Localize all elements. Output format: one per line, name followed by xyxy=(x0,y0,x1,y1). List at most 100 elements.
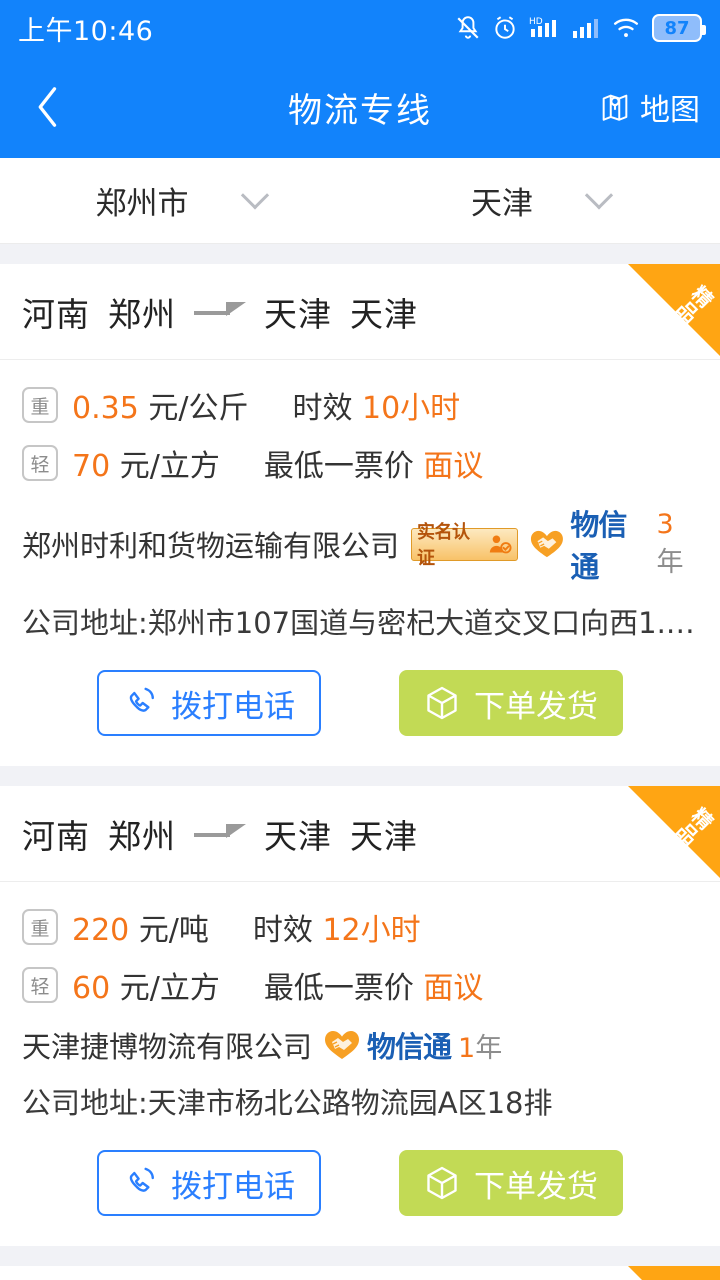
light-price-row: 轻 70 元/立方 最低一票价 面议 xyxy=(22,434,698,492)
heavy-price-unit: 元/公斤 xyxy=(148,391,249,426)
section-divider xyxy=(0,244,720,264)
call-button[interactable]: 拨打电话 xyxy=(97,670,321,736)
min-price-value: 面议 xyxy=(423,449,484,484)
min-price-label: 最低一票价 xyxy=(263,449,414,484)
back-button[interactable] xyxy=(20,79,76,135)
price-block: 重 220 元/吨 时效 12小时 轻 60 元/立方 最低一票价 面议 xyxy=(0,882,720,1018)
company-row: 郑州时利和货物运输有限公司 实名认证 物信通 3年 xyxy=(0,496,720,586)
wuxintong-years: 3年 xyxy=(656,509,698,579)
bell-muted-icon xyxy=(457,16,479,39)
duration: 时效 10小时 xyxy=(292,383,460,427)
company-row: 天津捷博物流有限公司 物信通 1年 xyxy=(0,1018,720,1066)
call-button-label: 拨打电话 xyxy=(171,688,295,725)
route-header: 河南 郑州 天津 天津 xyxy=(0,264,720,360)
order-button[interactable]: 下单发货 xyxy=(399,670,623,736)
battery-icon: 87 xyxy=(652,14,706,42)
verified-badge: 实名认证 xyxy=(411,522,518,569)
battery-cap xyxy=(702,25,706,35)
wifi-icon xyxy=(613,18,639,37)
duration: 时效 12小时 xyxy=(253,905,421,949)
light-price: 70 元/立方 xyxy=(72,441,220,485)
heavy-tag-icon: 重 xyxy=(22,387,58,423)
verified-badge-label: 实名认证 xyxy=(417,522,470,569)
map-pin-icon xyxy=(602,94,628,121)
premium-ribbon: 精品 xyxy=(628,786,720,878)
chevron-down-icon xyxy=(584,180,614,209)
card-actions: 拨打电话 下单发货 xyxy=(0,642,720,766)
heavy-price-value: 0.35 xyxy=(72,391,139,426)
year-unit: 年 xyxy=(475,1032,503,1064)
arrow-right-icon xyxy=(194,301,246,322)
light-tag-icon: 轻 xyxy=(22,967,58,1003)
destination-filter-label: 天津 xyxy=(471,186,533,222)
nav-bar: 物流专线 地图 xyxy=(0,56,720,158)
handshake-icon xyxy=(530,530,563,558)
company-name: 天津捷博物流有限公司 xyxy=(22,1030,313,1064)
line-card[interactable]: 精品 河南 郑州 天津 天津 xyxy=(0,1266,720,1280)
map-label: 地图 xyxy=(640,93,700,128)
origin-city: 郑州 xyxy=(108,816,176,856)
heavy-price: 0.35 元/公斤 xyxy=(72,383,248,427)
heavy-price-row: 重 0.35 元/公斤 时效 10小时 xyxy=(22,376,698,434)
year-unit: 年 xyxy=(656,547,684,578)
signal-icon xyxy=(573,19,598,38)
order-button-label: 下单发货 xyxy=(474,688,598,725)
light-tag-icon: 轻 xyxy=(22,445,58,481)
dest-province: 天津 xyxy=(264,816,332,856)
handshake-icon xyxy=(325,1031,360,1059)
section-divider xyxy=(0,1246,720,1266)
svg-text:HD: HD xyxy=(529,17,543,27)
wuxintong-years-value: 1 xyxy=(458,1032,476,1064)
origin-province: 河南 xyxy=(22,294,90,334)
light-price-row: 轻 60 元/立方 最低一票价 面议 xyxy=(22,956,698,1014)
status-time: 上午10:46 xyxy=(18,15,154,47)
min-price-label: 最低一票价 xyxy=(263,971,414,1006)
wuxintong-brand: 物信通 xyxy=(367,1030,452,1064)
hd-icon: HD xyxy=(529,17,556,37)
premium-ribbon-label: 精品 xyxy=(672,803,719,850)
wuxintong-years-value: 3 xyxy=(656,509,674,540)
origin-filter-label: 郑州市 xyxy=(95,186,189,222)
battery-level: 87 xyxy=(664,17,690,39)
app-screen: 上午10:46 HD 87 物流专线 地图 郑州市 天津 精品 河南 郑州 天津… xyxy=(0,0,720,1280)
premium-ribbon: 精品 xyxy=(628,264,720,356)
chevron-down-icon xyxy=(240,180,269,209)
duration-label: 时效 xyxy=(252,913,313,948)
duration-value: 10小时 xyxy=(362,391,461,426)
map-button[interactable]: 地图 xyxy=(598,85,700,129)
phone-icon xyxy=(129,1167,154,1192)
company-address: 公司地址:天津市杨北公路物流园A区18排 xyxy=(22,1086,553,1120)
wuxintong-brand: 物信通 xyxy=(570,508,627,584)
wuxintong-years: 1年 xyxy=(458,1026,502,1065)
destination-filter[interactable]: 天津 xyxy=(360,178,720,223)
origin-province: 河南 xyxy=(22,816,90,856)
heavy-price-value: 220 xyxy=(72,913,130,948)
section-divider xyxy=(0,766,720,786)
dest-city: 天津 xyxy=(350,816,418,856)
duration-value: 12小时 xyxy=(322,913,421,948)
dest-city: 天津 xyxy=(350,294,418,334)
line-card[interactable]: 精品 河南 郑州 天津 天津 重 0.35 元/公斤 时效 10小时 轻 70 … xyxy=(0,264,720,766)
status-bar: 上午10:46 HD 87 xyxy=(0,0,720,56)
min-price: 最低一票价 面议 xyxy=(264,441,484,485)
line-card[interactable]: 精品 河南 郑州 天津 天津 重 220 元/吨 时效 12小时 轻 60 元/… xyxy=(0,786,720,1246)
heavy-price-unit: 元/吨 xyxy=(138,913,209,948)
call-button[interactable]: 拨打电话 xyxy=(97,1150,321,1216)
company-address: 公司地址:郑州市107国道与密杞大道交叉口向西1.5公... xyxy=(22,606,720,640)
premium-ribbon-label: 精品 xyxy=(672,281,719,328)
min-price-value: 面议 xyxy=(423,971,484,1006)
heavy-price-row: 重 220 元/吨 时效 12小时 xyxy=(22,898,698,956)
premium-ribbon: 精品 xyxy=(628,1266,720,1280)
wuxintong-badge: 物信通 3年 xyxy=(530,502,698,586)
price-block: 重 0.35 元/公斤 时效 10小时 轻 70 元/立方 最低一票价 面议 xyxy=(0,360,720,496)
light-price-value: 60 xyxy=(72,971,111,1006)
origin-filter[interactable]: 郑州市 xyxy=(0,178,360,223)
order-button[interactable]: 下单发货 xyxy=(399,1150,623,1216)
route-header: 河南 郑州 天津 天津 xyxy=(0,786,720,882)
box-icon xyxy=(427,1166,457,1200)
card-actions: 拨打电话 下单发货 xyxy=(0,1122,720,1246)
alarm-icon xyxy=(495,16,515,39)
chevron-left-icon xyxy=(38,87,57,127)
call-button-label: 拨打电话 xyxy=(171,1168,295,1205)
filter-bar: 郑州市 天津 xyxy=(0,158,720,244)
